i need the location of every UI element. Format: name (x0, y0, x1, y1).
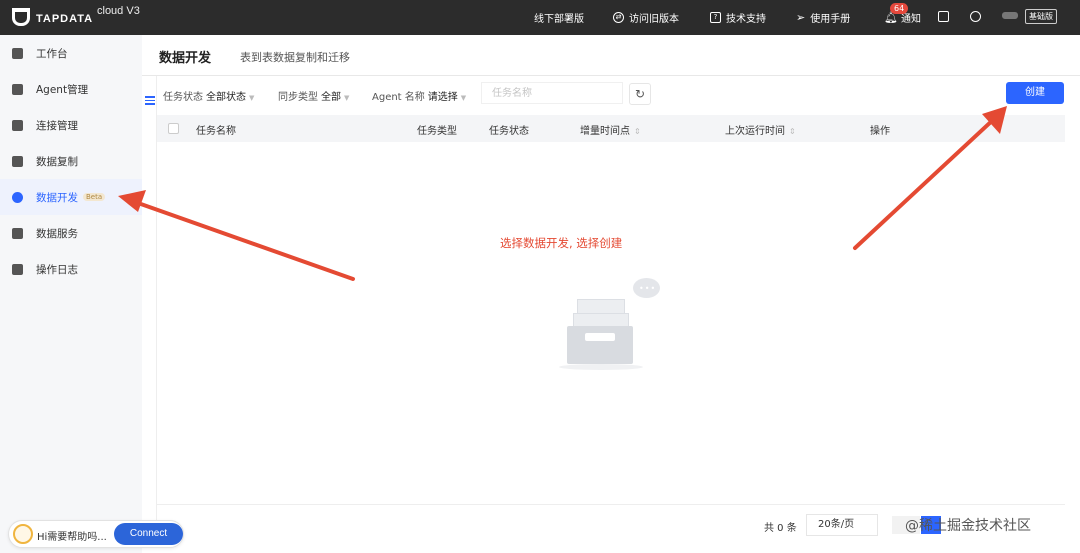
page-size-value: 20条/页 (818, 519, 855, 530)
sync-type-filter[interactable]: 同步类型 全部 ▼ (278, 88, 349, 103)
watermark-text: @稀土掘金技术社区 (905, 518, 1031, 534)
old-version-label: 访问旧版本 (629, 14, 679, 25)
sort-icon: ⇕ (789, 127, 796, 136)
task-status-filter[interactable]: 任务状态 全部状态 ▼ (163, 88, 254, 103)
log-icon (12, 263, 23, 275)
sync-type-label: 同步类型 (278, 92, 318, 103)
task-name-search-input[interactable] (481, 82, 623, 104)
user-icon[interactable] (970, 11, 981, 22)
tech-support-label: 技术支持 (726, 14, 766, 25)
refresh-icon: ↻ (634, 87, 646, 101)
task-status-value: 全部状态 (206, 92, 246, 103)
sidebar-item-data-copy[interactable]: 数据复制 (0, 143, 142, 179)
column-actions: 操作 (870, 126, 890, 137)
sidebar-item-label: 连接管理 (36, 119, 78, 132)
task-status-label: 任务状态 (163, 92, 203, 103)
column-task-status: 任务状态 (489, 126, 529, 137)
top-bar: TAPDATA cloud V3 线下部署版 ⇄ 访问旧版本 ? 技术支持 ➢ … (0, 0, 1080, 35)
sidebar: 工作台 Agent管理 连接管理 数据复制 数据开发 Beta 数据服务 操作日… (0, 35, 142, 553)
page-size-select[interactable]: 20条/页 (806, 514, 878, 536)
copy-icon (12, 155, 23, 167)
manual-label: 使用手册 (810, 14, 851, 25)
total-count: 共 0 条 (764, 523, 797, 534)
column-incremental-time[interactable]: 增量时间点 ⇕ (580, 122, 641, 137)
header-divider (142, 75, 1080, 76)
page-description: 表到表数据复制和迁移 (240, 51, 350, 64)
footer-divider (157, 504, 1065, 505)
chevron-down-icon: ▼ (249, 94, 255, 102)
dashboard-icon (12, 47, 23, 59)
image-icon[interactable] (938, 11, 949, 22)
support-avatar (13, 524, 33, 544)
connect-button[interactable]: Connect (114, 523, 183, 545)
sidebar-item-data-dev[interactable]: 数据开发 Beta (0, 179, 142, 215)
beta-badge: Beta (83, 193, 106, 201)
sidebar-item-label: 工作台 (36, 47, 68, 60)
logo-subtitle: cloud V3 (97, 5, 140, 17)
tech-support-link[interactable]: ? 技术支持 (710, 10, 766, 25)
arrow-to-sidebar (136, 201, 355, 281)
content-border (156, 76, 157, 546)
column-label: 上次运行时间 (725, 126, 785, 137)
select-all-checkbox[interactable] (168, 123, 179, 134)
switch-icon: ⇄ (613, 12, 624, 23)
sort-icon: ⇕ (634, 127, 641, 136)
sidebar-item-label: Agent管理 (36, 83, 89, 96)
agent-label: Agent 名称 (372, 92, 425, 103)
sidebar-item-connections[interactable]: 连接管理 (0, 107, 142, 143)
logo-text: TAPDATA (36, 12, 94, 25)
dev-icon (12, 191, 23, 203)
help-icon: ? (710, 12, 721, 23)
sidebar-item-data-service[interactable]: 数据服务 (0, 215, 142, 251)
collapse-menu-icon[interactable] (145, 96, 155, 105)
column-task-type: 任务类型 (417, 126, 457, 137)
notification-count-badge: 64 (890, 3, 909, 14)
sync-type-value: 全部 (321, 92, 341, 103)
username-placeholder[interactable] (1002, 12, 1018, 19)
help-chat-widget[interactable]: Hi需要帮助吗... Connect (8, 520, 184, 548)
column-task-name: 任务名称 (196, 126, 236, 137)
column-label: 增量时间点 (580, 126, 630, 137)
sidebar-item-label: 数据服务 (36, 227, 78, 240)
logo[interactable]: TAPDATA (12, 8, 93, 26)
old-version-link[interactable]: ⇄ 访问旧版本 (613, 10, 679, 25)
tapdata-logo-icon (12, 8, 30, 26)
sidebar-item-workbench[interactable]: 工作台 (0, 35, 142, 71)
chart-icon (12, 227, 23, 239)
send-icon: ➢ (796, 11, 806, 24)
archive-slot (585, 333, 615, 341)
sidebar-item-agent[interactable]: Agent管理 (0, 71, 142, 107)
column-last-run-time[interactable]: 上次运行时间 ⇕ (725, 122, 796, 137)
page-title: 数据开发 (159, 51, 212, 66)
refresh-button[interactable]: ↻ (629, 83, 651, 105)
chevron-down-icon: ▼ (460, 94, 467, 102)
offline-deploy-label: 线下部署版 (534, 14, 584, 25)
sidebar-item-label: 操作日志 (36, 263, 78, 276)
offline-deploy-link[interactable]: 线下部署版 (534, 10, 584, 25)
agent-filter[interactable]: Agent 名称 请选择 ▼ (372, 88, 466, 103)
agent-icon (12, 83, 23, 95)
connection-icon (12, 119, 23, 131)
archive-box (567, 326, 633, 364)
empty-state-icon: ••• (555, 275, 665, 375)
sidebar-item-label: 数据复制 (36, 155, 78, 168)
agent-value: 请选择 (427, 92, 458, 103)
manual-link[interactable]: ➢ 使用手册 (796, 10, 850, 25)
annotation-text: 选择数据开发, 选择创建 (500, 236, 623, 250)
create-button[interactable]: 创建 (1006, 82, 1064, 104)
sidebar-item-label: 数据开发 (36, 191, 78, 204)
sidebar-item-logs[interactable]: 操作日志 (0, 251, 142, 287)
help-text: Hi需要帮助吗... (37, 532, 107, 543)
bubble-dots: ••• (639, 284, 657, 293)
edition-badge: 基础版 (1025, 9, 1057, 24)
chevron-down-icon: ▼ (344, 94, 350, 102)
illustration-shadow (559, 364, 643, 370)
